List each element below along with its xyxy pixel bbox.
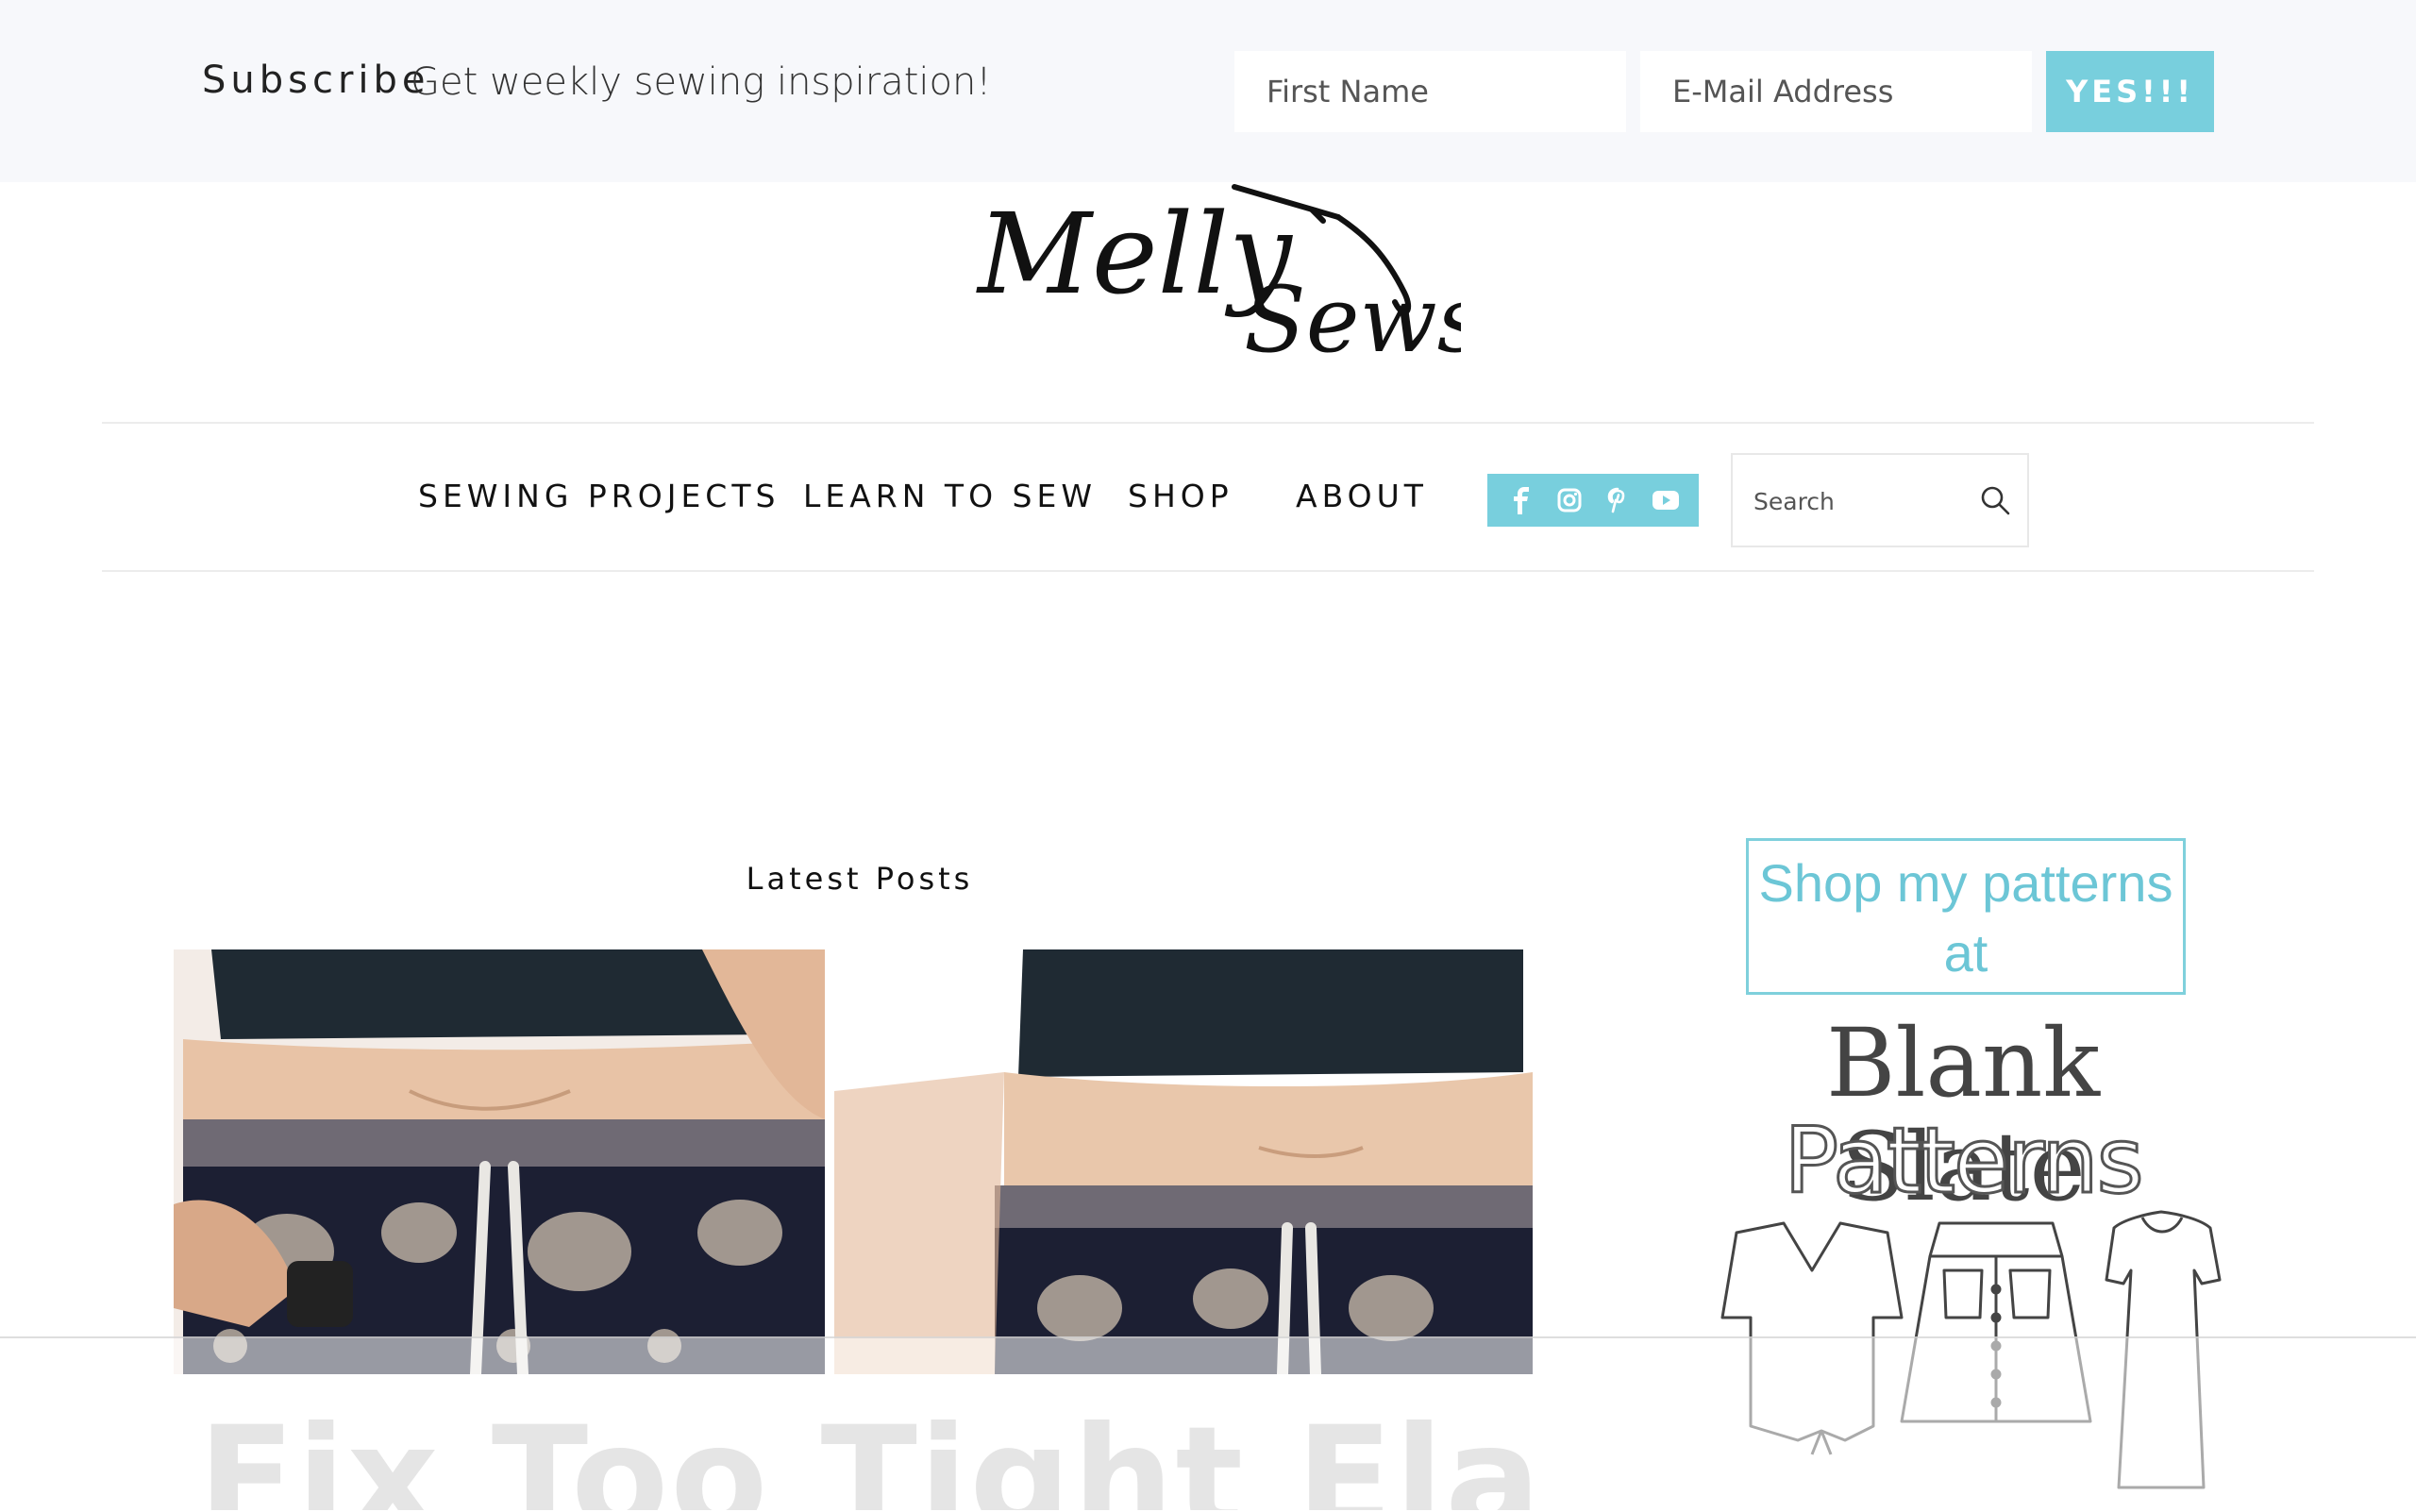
- subscribe-bar: Subscribe Get weekly sewing inspiration!…: [0, 0, 2416, 182]
- nav-item-shop[interactable]: SHOP: [1128, 478, 1233, 514]
- post-title-area[interactable]: Fix Too Tight Elastic: [174, 1374, 1533, 1510]
- nav-item-about[interactable]: ABOUT: [1296, 478, 1428, 514]
- subscribe-tagline: Get weekly sewing inspiration!: [411, 60, 992, 104]
- pinterest-icon[interactable]: [1599, 481, 1636, 519]
- shop-text-line1: Shop my patterns: [1758, 853, 2173, 913]
- nav-divider-bottom: [102, 570, 2314, 572]
- nav-divider-top: [102, 422, 2314, 424]
- facebook-icon[interactable]: [1502, 481, 1540, 519]
- instagram-icon[interactable]: [1551, 481, 1588, 519]
- social-links: [1487, 474, 1699, 527]
- shop-text-line2: at: [1943, 923, 1988, 983]
- subscribe-heading: Subscribe: [202, 59, 430, 102]
- logo-text-bottom: Sews: [1244, 267, 1461, 373]
- nav-item-learn-to-sew[interactable]: LEARN TO SEW: [803, 478, 1097, 514]
- email-field[interactable]: [1640, 51, 2032, 132]
- post-title[interactable]: Fix Too Tight Elastic: [198, 1397, 1533, 1510]
- youtube-icon[interactable]: [1647, 481, 1685, 519]
- search-input[interactable]: [1752, 481, 1954, 521]
- site-logo[interactable]: Melly Sews: [961, 179, 1461, 378]
- nav-item-sewing-projects[interactable]: SEWING PROJECTS: [418, 478, 780, 514]
- post-featured-image[interactable]: [174, 949, 1533, 1374]
- latest-posts-heading: Latest Posts: [746, 861, 974, 897]
- search-box: [1731, 453, 2029, 547]
- brand-subtitle: Patterns: [1783, 1108, 2145, 1214]
- first-name-field[interactable]: [1234, 51, 1626, 132]
- shop-patterns-box[interactable]: Shop my patterns at: [1746, 838, 2186, 995]
- search-icon[interactable]: [1976, 481, 2014, 519]
- subscribe-button[interactable]: YES!!!: [2046, 51, 2214, 132]
- garment-illustrations[interactable]: [1680, 1204, 2227, 1510]
